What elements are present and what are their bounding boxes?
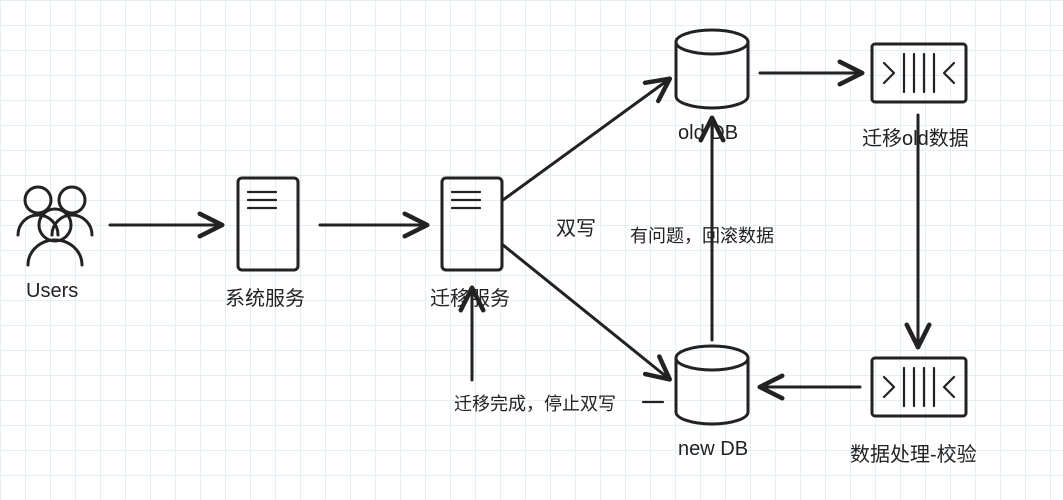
migrate-old-data-icon bbox=[872, 44, 966, 102]
migration-service-icon bbox=[442, 178, 502, 270]
old-db-icon bbox=[676, 30, 748, 108]
dual-write-label: 双写 bbox=[556, 212, 596, 241]
data-processing-verify-label: 数据处理-校验 bbox=[850, 438, 977, 467]
old-db-label: old DB bbox=[678, 122, 738, 145]
diagram-canvas: Users 系统服务 迁移服务 old DB new DB 迁移old数据 数据… bbox=[0, 0, 1063, 500]
rollback-label: 有问题，回滚数据 bbox=[630, 222, 774, 248]
diagram-svg bbox=[0, 0, 1063, 500]
migration-service-label: 迁移服务 bbox=[430, 282, 510, 311]
system-service-icon bbox=[238, 178, 298, 270]
migration-done-label: 迁移完成，停止双写 bbox=[454, 390, 616, 416]
migrate-old-data-label: 迁移old数据 bbox=[862, 122, 969, 151]
new-db-icon bbox=[676, 346, 748, 424]
users-icon bbox=[18, 187, 92, 265]
data-processing-verify-icon bbox=[872, 358, 966, 416]
new-db-label: new DB bbox=[678, 438, 748, 461]
system-service-label: 系统服务 bbox=[225, 282, 305, 311]
users-label: Users bbox=[26, 280, 78, 303]
